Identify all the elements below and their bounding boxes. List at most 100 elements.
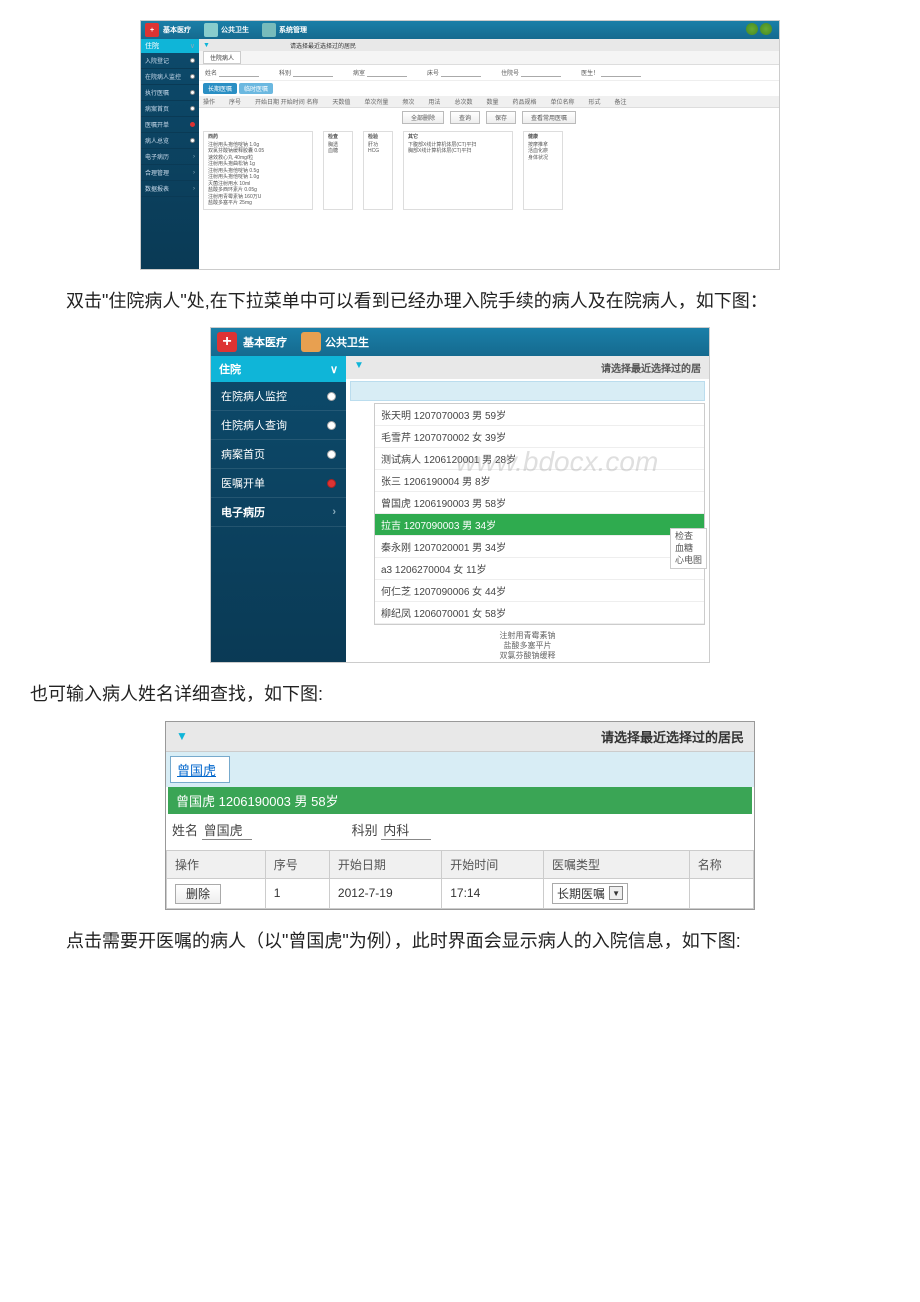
field-underline (367, 69, 407, 77)
cell-seq: 1 (265, 878, 329, 908)
col: 频次 (402, 97, 414, 106)
sidebar-section-emr[interactable]: 电子病历› (211, 498, 346, 527)
col-action: 操作 (167, 850, 266, 878)
field-label: 科别 (279, 68, 291, 77)
radio-icon (190, 74, 195, 79)
field-label: 科别 (352, 823, 378, 838)
field-underline (219, 69, 259, 77)
sidebar-item-order[interactable]: 医嘱开单 (211, 469, 346, 498)
hint-text: 请选择最近选择过的居民 (290, 41, 356, 50)
sidebar-item-monitor[interactable]: 在院病人监控 (211, 382, 346, 411)
sidebar-header[interactable]: 住院 ∨ (211, 356, 346, 382)
sidebar-item-query[interactable]: 住院病人查询 (211, 411, 346, 440)
list-header: 检验 (368, 134, 388, 141)
dropdown-icon[interactable]: ▼ (176, 729, 188, 743)
hint-text: 请选择最近选择过的居民 (601, 727, 744, 746)
radio-icon (327, 421, 336, 430)
list-item[interactable]: 盐酸多塞平片 25mg (208, 200, 308, 207)
system-icon (262, 23, 276, 37)
sidebar-section[interactable]: 电子病历› (141, 149, 199, 165)
hint-bar: ▼ 请选择最近选择过的居民 (199, 39, 779, 51)
dropdown-item[interactable]: 秦永刚 1207020001 男 34岁 (375, 536, 704, 558)
brand: 基本医疗 (243, 334, 287, 350)
col: 药品规格 (512, 97, 536, 106)
dropdown-item-selected[interactable]: 拉吉 1207090003 男 34岁 (375, 514, 704, 536)
bottom-text: 注射用青霉素钠 盐酸多塞平片 双氯芬酸钠缓释 (346, 629, 709, 662)
delete-button[interactable]: 删除 (175, 884, 221, 904)
sidebar-item-label: 入院登记 (145, 56, 169, 65)
sidebar-item-label: 在院病人监控 (145, 72, 181, 81)
col: 用法 (428, 97, 440, 106)
sidebar-item[interactable]: 入院登记 (141, 53, 199, 69)
dropdown-item[interactable]: 张天明 1207070003 男 59岁 (375, 404, 704, 426)
exam-item[interactable]: 心电图 (675, 555, 702, 567)
search-wrap: 曾国虎 (166, 752, 754, 787)
dropdown-icon[interactable]: ▼ (354, 360, 364, 375)
col: 总次数 (454, 97, 472, 106)
top-tab-health[interactable]: 公共卫生 (325, 334, 369, 350)
list-item[interactable]: HCG (368, 148, 388, 155)
search-input[interactable]: 曾国虎 (170, 756, 230, 783)
sidebar-item[interactable]: 病案首页 (141, 101, 199, 117)
chevron-right-icon: › (193, 186, 195, 192)
sidebar-section[interactable]: 数据报表› (141, 181, 199, 197)
query-button[interactable]: 查询 (450, 111, 480, 124)
reference-lists: 西药 注射用头孢他啶钠 1.0g 双氯芬酸钠缓释胶囊 0.05 速效救心丸 40… (199, 127, 779, 214)
list-header: 健康 (528, 134, 558, 141)
tab-inpatient[interactable]: 住院病人 (203, 51, 241, 64)
dropdown-item[interactable]: 测试病人 1206120001 男 28岁 (375, 448, 704, 470)
field-value: 内科 (381, 820, 431, 840)
top-tab-health[interactable]: 公共卫生 (221, 25, 249, 35)
list-header: 其它 (408, 134, 508, 141)
sidebar-item[interactable]: 病人总览 (141, 133, 199, 149)
list-item[interactable]: 胸部X线计算机体层(CT)平扫 (408, 148, 508, 155)
field-underline (441, 69, 481, 77)
cell-type: 长期医嘱 ▼ (544, 878, 690, 908)
order-type-select[interactable]: 长期医嘱 ▼ (552, 883, 628, 904)
dropdown-item[interactable]: 张三 1206190004 男 8岁 (375, 470, 704, 492)
chevron-right-icon: › (332, 506, 336, 518)
col: 序号 (229, 97, 241, 106)
search-result[interactable]: 曾国虎 1206190003 男 58岁 (168, 787, 752, 814)
field-underline (601, 69, 641, 77)
save-button[interactable]: 保存 (486, 111, 516, 124)
list-item[interactable]: 血糖 (328, 148, 348, 155)
tab-row: 住院病人 (199, 51, 779, 65)
paragraph-1: 双击"住院病人"处,在下拉菜单中可以看到已经办理入院手续的病人及在院病人，如下图… (30, 285, 890, 317)
cell-time: 17:14 (442, 878, 544, 908)
plus-icon: + (145, 23, 159, 37)
radio-icon (190, 106, 195, 111)
sidebar-section-label: 合理管理 (145, 168, 169, 177)
dropdown-item[interactable]: 曾国虎 1206190003 男 58岁 (375, 492, 704, 514)
health-icon (301, 332, 321, 352)
field-label: 住院号 (501, 68, 519, 77)
sidebar-item-record[interactable]: 病案首页 (211, 440, 346, 469)
dropdown-item[interactable]: a3 1206270004 女 11岁 (375, 558, 704, 580)
exam-item[interactable]: 血糖 (675, 543, 702, 555)
dropdown-item[interactable]: 何仁芝 1207090006 女 44岁 (375, 580, 704, 602)
view-common-button[interactable]: 查看常用医嘱 (522, 111, 576, 124)
sidebar-header[interactable]: 住院 ∨ (141, 39, 199, 53)
brand: 基本医疗 (163, 25, 191, 35)
pill-temp[interactable]: 临时医嘱 (239, 83, 273, 94)
pill-longterm[interactable]: 长期医嘱 (203, 83, 237, 94)
delete-all-button[interactable]: 全部删除 (402, 111, 444, 124)
cell-name[interactable] (689, 878, 753, 908)
sidebar-item-label: 在院病人监控 (221, 388, 287, 404)
col-seq: 序号 (265, 850, 329, 878)
dropdown-icon[interactable]: ▼ (203, 42, 210, 49)
list-item[interactable]: 身体状况 (528, 155, 558, 162)
sidebar-item[interactable]: 医嘱开单 (141, 117, 199, 133)
search-input[interactable] (350, 381, 705, 401)
sidebar-item[interactable]: 在院病人监控 (141, 69, 199, 85)
col: 数量 (486, 97, 498, 106)
cell-action: 删除 (167, 878, 266, 908)
hint-bar: ▼ 请选择最近选择过的居民 (166, 722, 754, 752)
dropdown-item[interactable]: 柳纪凤 1206070001 女 58岁 (375, 602, 704, 624)
sidebar-item[interactable]: 执行医嘱 (141, 85, 199, 101)
sidebar-item-label: 医嘱开单 (221, 475, 265, 491)
sidebar-section[interactable]: 合理管理› (141, 165, 199, 181)
top-tab-system[interactable]: 系统管理 (279, 25, 307, 35)
dropdown-item[interactable]: 毛雪芹 1207070002 女 39岁 (375, 426, 704, 448)
patient-fields: 姓名 科别 病室 床号 住院号 医生！ (199, 65, 779, 81)
